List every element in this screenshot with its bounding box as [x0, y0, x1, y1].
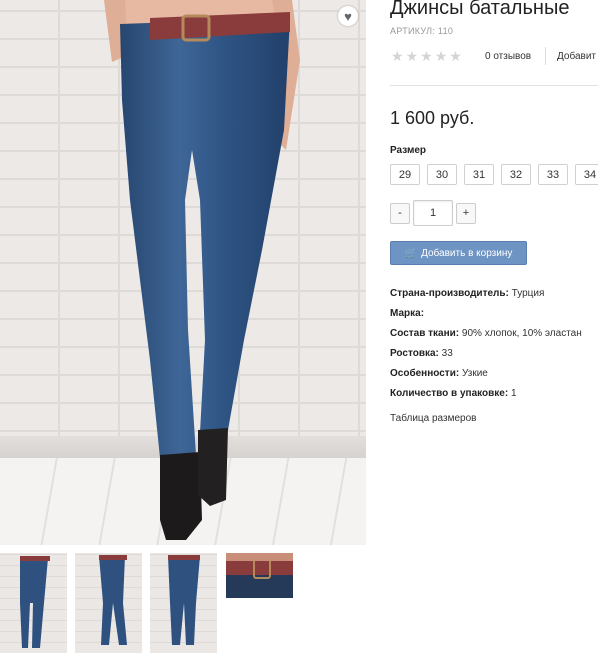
product-sku: АРТИКУЛ: 110 — [390, 26, 454, 36]
spec-row: Состав ткани: 90% хлопок, 10% эластан — [390, 328, 582, 339]
thumbnail-2[interactable] — [75, 553, 142, 653]
size-table-link[interactable]: Таблица размеров — [390, 413, 476, 424]
size-option[interactable]: 32 — [501, 164, 531, 185]
thumbnail-4[interactable] — [226, 553, 293, 598]
add-to-cart-button[interactable]: 🛒 Добавить в корзину — [390, 241, 527, 265]
product-price: 1 600 руб. — [390, 108, 475, 128]
size-option[interactable]: 30 — [427, 164, 457, 185]
divider — [545, 47, 546, 65]
cart-icon: 🛒 — [404, 247, 418, 259]
favorite-heart-icon[interactable]: ♥ — [338, 6, 358, 26]
size-label: Размер — [390, 145, 427, 156]
jeans-illustration — [104, 0, 300, 540]
spec-row: Страна-производитель: Турция — [390, 288, 545, 299]
star-icon[interactable]: ★ — [406, 49, 419, 63]
rating-stars[interactable]: ★ ★ ★ ★ ★ — [391, 49, 462, 63]
spec-row: Количество в упаковке: 1 — [390, 388, 517, 399]
product-specs: Страна-производитель: Турция Марка: Сост… — [390, 286, 582, 406]
product-main-image[interactable]: ♥ — [0, 0, 366, 545]
spec-row: Марка: — [390, 308, 425, 319]
star-icon[interactable]: ★ — [449, 49, 462, 63]
quantity-input[interactable] — [413, 200, 453, 226]
spec-row: Особенности: Узкие — [390, 368, 488, 379]
add-to-cart-label: Добавить в корзину — [421, 247, 513, 259]
thumbnail-1[interactable] — [0, 553, 67, 653]
quantity-minus-button[interactable]: - — [390, 202, 410, 224]
size-option[interactable]: 29 — [390, 164, 420, 185]
product-title: Джинсы батальные — [390, 0, 570, 19]
quantity-stepper: - + — [390, 200, 476, 226]
star-icon[interactable]: ★ — [435, 49, 448, 63]
thumbnail-3[interactable] — [150, 553, 217, 653]
size-option[interactable]: 34 — [575, 164, 598, 185]
divider — [390, 85, 598, 86]
reviews-link[interactable]: 0 отзывов — [485, 51, 531, 62]
star-icon[interactable]: ★ — [420, 49, 433, 63]
spec-row: Ростовка: 33 — [390, 348, 453, 359]
star-icon[interactable]: ★ — [391, 49, 404, 63]
add-review-link[interactable]: Добавит — [557, 51, 596, 62]
quantity-plus-button[interactable]: + — [456, 202, 476, 224]
size-option[interactable]: 31 — [464, 164, 494, 185]
size-options: 29 30 31 32 33 34 — [390, 164, 598, 185]
size-option[interactable]: 33 — [538, 164, 568, 185]
